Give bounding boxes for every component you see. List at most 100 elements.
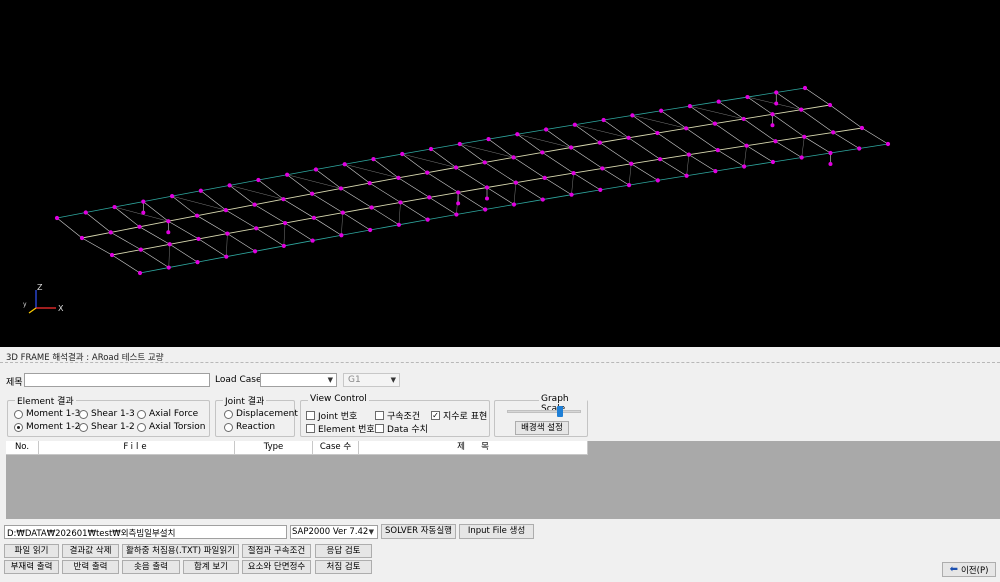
frame-model-canvas[interactable]: Z X y [0, 0, 1000, 347]
joint-node[interactable] [194, 213, 200, 218]
joint-node[interactable] [715, 148, 720, 153]
joint-node[interactable] [137, 224, 142, 229]
joint-node[interactable] [511, 155, 516, 160]
check-exponential[interactable]: ✓ 지수로 표현 [431, 409, 487, 422]
joint-node[interactable] [252, 202, 257, 207]
joint-node[interactable] [713, 169, 718, 174]
joint-node[interactable] [166, 219, 171, 224]
slider-thumb[interactable] [556, 406, 563, 417]
support-node[interactable] [485, 196, 489, 201]
joint-node[interactable] [511, 202, 517, 207]
joint-node[interactable] [630, 113, 635, 118]
input-file-button[interactable]: Input File 생성 [459, 524, 534, 539]
joint-node[interactable] [515, 132, 520, 137]
joint-node[interactable] [79, 235, 85, 241]
joint-node[interactable] [629, 161, 634, 166]
joint-node[interactable] [716, 99, 721, 104]
elements-sections-button[interactable]: 요소와 단면정수 [242, 560, 311, 574]
radio-axial-torsion[interactable]: Axial Torsion [137, 422, 205, 432]
joint-node[interactable] [686, 152, 692, 157]
joint-node[interactable] [166, 265, 171, 270]
joint-node[interactable] [195, 260, 200, 265]
results-table[interactable]: No. File Type Case 수 제 목 [6, 441, 1000, 519]
joint-node[interactable] [742, 164, 747, 169]
radio-shear-1-3[interactable]: Shear 1-3 [79, 409, 135, 419]
member-force-output-button[interactable]: 부재력 출력 [4, 560, 59, 574]
joint-node[interactable] [885, 141, 891, 147]
joint-node[interactable] [310, 238, 315, 243]
joint-node[interactable] [167, 242, 172, 247]
joint-node[interactable] [396, 175, 401, 180]
joint-node[interactable] [741, 116, 746, 122]
joint-node[interactable] [568, 145, 574, 150]
joint-node[interactable] [626, 135, 631, 140]
check-data-value[interactable]: Data 수치 [375, 422, 428, 435]
joint-node[interactable] [400, 151, 405, 157]
joint-node[interactable] [338, 186, 344, 191]
joint-node[interactable] [601, 117, 606, 123]
radio-moment-1-2[interactable]: Moment 1-2 [14, 422, 80, 432]
joint-node[interactable] [513, 180, 518, 185]
check-restraint[interactable]: 구속조건 [375, 409, 420, 422]
joint-node[interactable] [598, 187, 603, 192]
camber-output-button[interactable]: 솟음 출력 [122, 560, 180, 574]
joint-node[interactable] [398, 200, 403, 205]
joint-node[interactable] [569, 192, 574, 197]
joint-node[interactable] [712, 121, 718, 126]
joint-node[interactable] [828, 150, 833, 156]
radio-moment-1-3[interactable]: Moment 1-3 [14, 409, 80, 419]
joint-node[interactable] [252, 249, 258, 254]
joint-node[interactable] [108, 230, 113, 235]
joint-node[interactable] [254, 226, 259, 231]
joint-node[interactable] [313, 167, 319, 172]
joint-node[interactable] [198, 188, 203, 193]
joint-node[interactable] [456, 190, 461, 195]
support-node[interactable] [166, 230, 171, 235]
joint-node[interactable] [371, 157, 376, 162]
joint-node[interactable] [368, 227, 373, 233]
check-element-number[interactable]: Element 번호 [306, 422, 375, 435]
joint-node[interactable] [484, 185, 490, 190]
joint-node[interactable] [425, 170, 430, 175]
column-header-case-count[interactable]: Case 수 [313, 441, 359, 455]
joint-node[interactable] [83, 210, 88, 215]
joint-node[interactable] [486, 137, 491, 142]
joint-node[interactable] [311, 215, 317, 220]
deflection-check-button[interactable]: 처짐 검토 [315, 560, 372, 574]
joint-node[interactable] [138, 247, 143, 252]
column-header-no[interactable]: No. [6, 441, 39, 455]
joint-node[interactable] [745, 94, 750, 100]
reaction-output-button[interactable]: 반력 출력 [62, 560, 119, 574]
joint-node[interactable] [659, 108, 664, 113]
group-select[interactable]: G1 ▼ [343, 373, 400, 387]
joint-node[interactable] [196, 236, 201, 242]
graph-scale-slider[interactable] [507, 406, 581, 417]
joint-node[interactable] [774, 90, 779, 95]
support-node[interactable] [774, 101, 779, 106]
joint-node[interactable] [54, 215, 60, 221]
joint-node[interactable] [137, 270, 143, 276]
support-node[interactable] [770, 123, 775, 128]
column-header-title[interactable]: 제 목 [359, 441, 588, 455]
joint-node[interactable] [744, 143, 749, 148]
joint-node[interactable] [367, 181, 372, 186]
sap-version-select[interactable]: SAP2000 Ver 7.42 ▼ [290, 525, 378, 539]
joint-node[interactable] [571, 171, 576, 176]
column-header-type[interactable]: Type [235, 441, 313, 455]
joint-node[interactable] [540, 150, 545, 155]
joint-node[interactable] [540, 197, 545, 202]
joints-restraints-button[interactable]: 절점과 구속조건 [242, 544, 311, 558]
support-node[interactable] [828, 161, 833, 166]
title-input[interactable] [24, 373, 210, 387]
joint-node[interactable] [396, 222, 402, 227]
joint-node[interactable] [282, 220, 288, 226]
joint-node[interactable] [281, 197, 286, 202]
joint-node[interactable] [799, 155, 804, 160]
joint-node[interactable] [770, 159, 776, 165]
joint-node[interactable] [109, 252, 115, 258]
joint-node[interactable] [859, 125, 865, 131]
joint-node[interactable] [339, 233, 344, 238]
radio-shear-1-2[interactable]: Shear 1-2 [79, 422, 135, 432]
joint-node[interactable] [112, 204, 117, 210]
support-node[interactable] [141, 210, 146, 215]
